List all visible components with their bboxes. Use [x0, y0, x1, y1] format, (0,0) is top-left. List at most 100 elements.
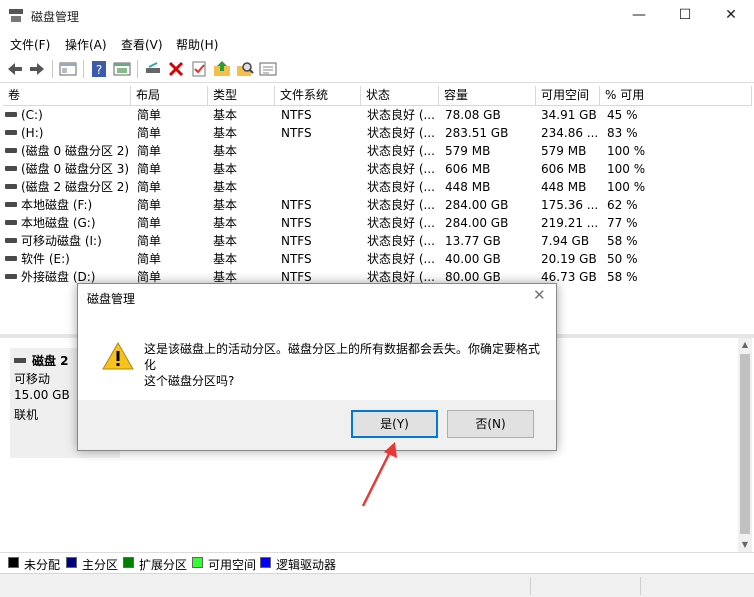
confirm-format-dialog: 磁盘管理 ✕ 这是该磁盘上的活动分区。磁盘分区上的所有数据都会丢失。你确定要格式… — [77, 283, 557, 451]
cell-layout: 简单 — [137, 216, 162, 230]
cell-capacity: 78.08 GB — [445, 108, 501, 122]
menu-view[interactable]: 查看(V) — [121, 36, 163, 53]
check-icon[interactable] — [189, 59, 209, 79]
toolbar-separator — [83, 60, 84, 78]
close-button[interactable]: ✕ — [708, 0, 754, 31]
cell-filesystem — [281, 178, 359, 196]
scroll-down-icon[interactable]: ▼ — [738, 538, 752, 552]
help-icon[interactable]: ? — [89, 59, 109, 79]
cell-free-space: 606 MB — [541, 162, 587, 176]
disk-status: 联机 — [14, 408, 39, 422]
cell-status: 状态良好 (... — [367, 252, 435, 266]
cell-volume: (磁盘 0 磁盘分区 3) — [5, 160, 131, 178]
scroll-thumb[interactable] — [740, 354, 750, 534]
column-header-percent-free[interactable]: % 可用 — [600, 86, 752, 106]
volume-icon — [5, 148, 17, 153]
legend-label: 主分区 — [82, 558, 119, 572]
cell-percent-free: 58 % — [607, 234, 638, 248]
cell-type: 基本 — [213, 234, 238, 248]
cell-free-space: 234.86 ... — [541, 126, 599, 140]
svg-text:?: ? — [96, 63, 102, 77]
folder-up-icon[interactable] — [212, 59, 232, 79]
yes-button[interactable]: 是(Y) — [351, 410, 438, 438]
maximize-button[interactable]: ☐ — [662, 0, 708, 31]
toolbar-separator — [137, 60, 138, 78]
column-header-free-space[interactable]: 可用空间 — [536, 86, 600, 106]
cell-status: 状态良好 (... — [367, 144, 435, 158]
cell-status: 状态良好 (... — [367, 108, 435, 122]
cell-type: 基本 — [213, 216, 238, 230]
back-arrow-icon[interactable] — [5, 59, 25, 79]
cell-layout: 简单 — [137, 162, 162, 176]
settings-icon[interactable] — [258, 59, 278, 79]
no-button[interactable]: 否(N) — [447, 410, 534, 438]
table-row[interactable]: 本地磁盘 (G:) 简单 基本 NTFS 状态良好 (... 284.00 GB… — [3, 214, 752, 232]
menu-help[interactable]: 帮助(H) — [176, 36, 218, 53]
table-row[interactable]: (磁盘 0 磁盘分区 2) 简单 基本 状态良好 (... 579 MB 579… — [3, 142, 752, 160]
connect-disk-icon[interactable] — [143, 59, 163, 79]
cell-filesystem: NTFS — [281, 252, 312, 266]
minimize-button[interactable]: — — [616, 0, 662, 31]
cell-status: 状态良好 (... — [367, 198, 435, 212]
cell-percent-free: 83 % — [607, 126, 638, 140]
cell-free-space: 579 MB — [541, 144, 587, 158]
cell-capacity: 606 MB — [445, 162, 491, 176]
cell-status: 状态良好 (... — [367, 180, 435, 194]
forward-arrow-icon[interactable] — [27, 59, 47, 79]
column-header-layout[interactable]: 布局 — [131, 86, 208, 106]
table-row[interactable]: 软件 (E:) 简单 基本 NTFS 状态良好 (... 40.00 GB 20… — [3, 250, 752, 268]
cell-capacity: 284.00 GB — [445, 216, 509, 230]
legend-label: 逻辑驱动器 — [276, 558, 337, 572]
table-row[interactable]: 本地磁盘 (F:) 简单 基本 NTFS 状态良好 (... 284.00 GB… — [3, 196, 752, 214]
table-row[interactable]: (H:) 简单 基本 NTFS 状态良好 (... 283.51 GB 234.… — [3, 124, 752, 142]
cell-free-space: 7.94 GB — [541, 234, 590, 248]
status-bar — [0, 573, 754, 597]
dialog-message-line: 这是该磁盘上的活动分区。磁盘分区上的所有数据都会丢失。你确定要格式化 — [144, 342, 541, 372]
cell-filesystem: NTFS — [281, 234, 312, 248]
cell-status: 状态良好 (... — [367, 162, 435, 176]
legend-bar: 未分配 主分区 扩展分区 可用空间 逻辑驱动器 — [0, 552, 754, 572]
legend-swatch-logical-drive — [260, 557, 271, 568]
menu-action[interactable]: 操作(A) — [65, 36, 107, 53]
column-header-capacity[interactable]: 容量 — [439, 86, 536, 106]
cell-filesystem — [281, 160, 359, 178]
cell-filesystem: NTFS — [281, 216, 312, 230]
cell-filesystem: NTFS — [281, 198, 312, 212]
menu-bar: 文件(F) 操作(A) 查看(V) 帮助(H) — [0, 31, 754, 55]
scroll-up-icon[interactable]: ▲ — [738, 338, 752, 352]
cell-filesystem: NTFS — [281, 126, 312, 140]
dialog-close-icon[interactable]: ✕ — [533, 286, 546, 304]
legend-swatch-unallocated — [8, 557, 19, 568]
table-row[interactable]: (磁盘 2 磁盘分区 2) 简单 基本 状态良好 (... 448 MB 448… — [3, 178, 752, 196]
legend-label: 未分配 — [24, 558, 61, 572]
disk-size: 15.00 GB — [14, 388, 70, 402]
legend-label: 可用空间 — [208, 558, 257, 572]
table-row[interactable]: 可移动磁盘 (I:) 简单 基本 NTFS 状态良好 (... 13.77 GB… — [3, 232, 752, 250]
toolbar: ? — [0, 55, 754, 83]
cell-volume: 本地磁盘 (F:) — [5, 196, 131, 214]
legend-swatch-free-space — [192, 557, 203, 568]
column-header-filesystem[interactable]: 文件系统 — [275, 86, 361, 106]
column-header-volume[interactable]: 卷 — [3, 86, 131, 106]
cell-percent-free: 50 % — [607, 252, 638, 266]
cell-layout: 简单 — [137, 180, 162, 194]
cell-volume: 本地磁盘 (G:) — [5, 214, 131, 232]
table-row[interactable]: (磁盘 0 磁盘分区 3) 简单 基本 状态良好 (... 606 MB 606… — [3, 160, 752, 178]
cell-percent-free: 77 % — [607, 216, 638, 230]
table-row[interactable]: (C:) 简单 基本 NTFS 状态良好 (... 78.08 GB 34.91… — [3, 106, 752, 124]
cell-type: 基本 — [213, 180, 238, 194]
red-arrow-annotation — [361, 442, 397, 507]
column-header-status[interactable]: 状态 — [361, 86, 439, 106]
properties-icon[interactable] — [112, 59, 132, 79]
cell-type: 基本 — [213, 198, 238, 212]
console-tree-icon[interactable] — [58, 59, 78, 79]
find-icon[interactable] — [235, 59, 255, 79]
menu-file[interactable]: 文件(F) — [10, 36, 50, 53]
legend-swatch-extended — [123, 557, 134, 568]
vertical-scrollbar[interactable]: ▲ ▼ — [738, 338, 752, 552]
delete-icon[interactable] — [166, 59, 186, 79]
cell-capacity: 448 MB — [445, 180, 491, 194]
column-header-type[interactable]: 类型 — [208, 86, 275, 106]
cell-type: 基本 — [213, 108, 238, 122]
title-bar: 磁盘管理 — ☐ ✕ — [0, 0, 754, 31]
